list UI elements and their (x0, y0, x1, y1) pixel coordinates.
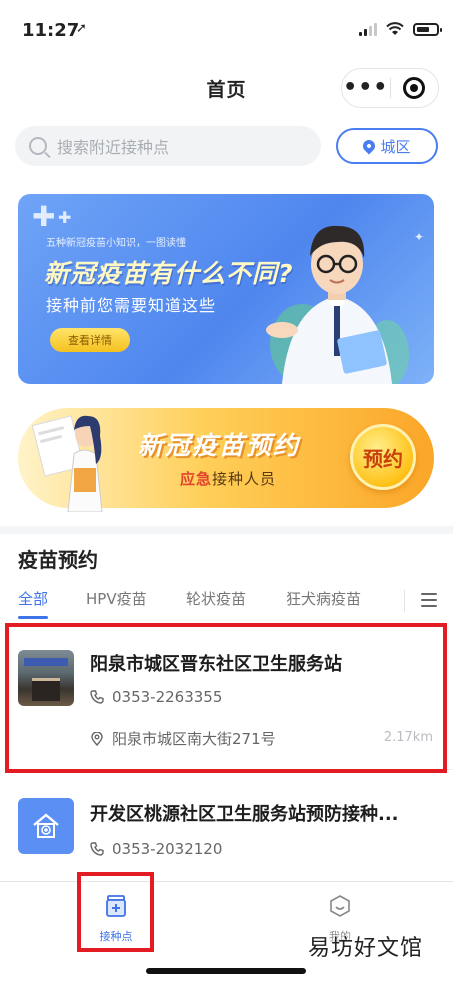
tab-rabies[interactable]: 狂犬病疫苗 (286, 588, 361, 609)
nurse-illustration (32, 415, 103, 512)
banner-kicker: 五种新冠疫苗小知识，一图读懂 (46, 238, 186, 249)
location-arrow-icon: ➚ (76, 21, 87, 36)
district-label: 城区 (380, 137, 411, 156)
target-circle-icon (403, 77, 426, 99)
sparkle-icon: ✦ (414, 230, 425, 244)
plus-decoration-icon: ✚ (32, 200, 56, 233)
plus-decoration-icon: ✚ (58, 208, 72, 227)
site-name: 开发区桃源社区卫生服务站预防接种... (90, 804, 399, 825)
close-mini-program-button[interactable] (390, 77, 438, 99)
appointment-banner-title: 新冠疫苗预约 (138, 431, 301, 460)
house-plus-icon (33, 813, 59, 838)
banner-title: 新冠疫苗有什么不同? (44, 259, 294, 288)
vaccine-info-banner[interactable]: ✚ ✚ ✦ 五种新冠疫苗小知识，一图读懂 新冠疫苗有什么不同? 接种前您需要知道… (18, 194, 434, 384)
battery-icon (413, 22, 442, 36)
cellular-signal-icon (359, 22, 377, 36)
list-item[interactable]: 开发区桃源社区卫生服务站预防接种... 0353-2032120 (0, 780, 453, 884)
status-bar: 11:27 ➚ (0, 0, 453, 60)
banner-subtitle: 接种前您需要知道这些 (46, 296, 217, 315)
appointment-banner-subtitle: 应急接种人员 (180, 468, 276, 489)
search-input[interactable]: 搜索附近接种点 (15, 126, 321, 166)
location-pin-icon (360, 137, 378, 155)
highlight-box (5, 623, 447, 773)
site-icon (18, 798, 74, 854)
menu-icon[interactable] (421, 593, 437, 607)
banner-area: ✚ ✚ ✦ 五种新冠疫苗小知识，一图读懂 新冠疫苗有什么不同? 接种前您需要知道… (0, 176, 453, 526)
section-title: 疫苗预约 (18, 548, 98, 572)
phone-icon (90, 842, 104, 856)
wifi-icon (386, 22, 404, 35)
search-row: 搜索附近接种点 城区 (0, 116, 453, 176)
status-time: 11:27 (22, 20, 80, 41)
appointment-badge[interactable]: 预约 (350, 424, 416, 490)
mini-program-capsule: ••• (341, 68, 439, 108)
smile-face-icon (330, 895, 350, 917)
doctor-illustration (266, 225, 409, 384)
highlight-box (77, 872, 154, 952)
search-icon (29, 137, 47, 155)
site-phone-row: 0353-2032120 (90, 840, 222, 858)
subtitle-accent: 应急 (180, 470, 213, 488)
more-menu-button[interactable]: ••• (342, 70, 390, 106)
appointment-banner[interactable]: 新冠疫苗预约 应急接种人员 预约 (18, 408, 434, 512)
search-placeholder: 搜索附近接种点 (57, 138, 170, 157)
vaccine-tabs: 全部 HPV疫苗 轮状疫苗 狂犬病疫苗 (0, 584, 453, 619)
watermark: 易坊好文馆 (307, 936, 423, 961)
tab-rotavirus[interactable]: 轮状疫苗 (186, 588, 246, 609)
nav-bar: 首页 ••• (0, 60, 453, 116)
status-icons (359, 22, 442, 36)
tab-all[interactable]: 全部 (18, 588, 48, 609)
tab-divider (404, 590, 405, 612)
tab-hpv[interactable]: HPV疫苗 (86, 588, 147, 609)
subtitle-rest: 接种人员 (212, 470, 277, 488)
active-tab-indicator (18, 616, 48, 619)
home-indicator (146, 968, 306, 974)
view-details-button[interactable]: 查看详情 (50, 328, 130, 352)
site-phone[interactable]: 0353-2032120 (112, 840, 222, 858)
district-filter-button[interactable]: 城区 (336, 128, 438, 164)
